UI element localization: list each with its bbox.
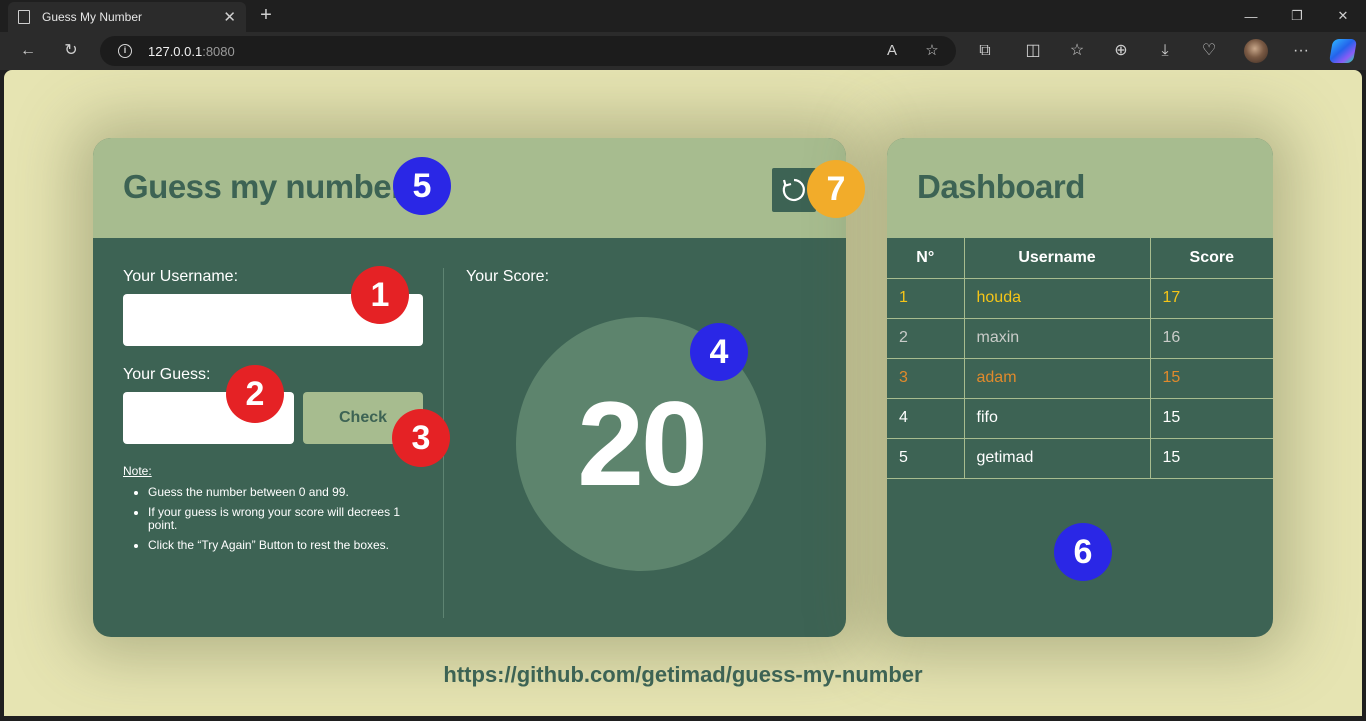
profile-avatar[interactable] (1244, 39, 1268, 63)
browser-essentials-icon[interactable]: ♡ (1198, 40, 1220, 62)
annotation-badge: 5 (393, 157, 451, 215)
browser-tab[interactable]: Guess My Number ✕ (8, 2, 246, 32)
copilot-icon[interactable] (1328, 39, 1358, 63)
cell-score: 17 (1149, 277, 1273, 319)
more-menu-icon[interactable]: ··· (1290, 40, 1312, 62)
cell-score: 16 (1149, 317, 1273, 359)
guess-label: Your Guess: (123, 366, 211, 383)
score-value: 20 (577, 377, 707, 511)
new-tab-icon[interactable]: + (256, 4, 276, 26)
note-item: Click the “Try Again” Button to rest the… (148, 539, 403, 552)
extensions-icon[interactable]: ⧉ (974, 40, 996, 62)
back-icon[interactable]: ← (17, 40, 39, 62)
page-icon (18, 10, 30, 24)
cell-n: 5 (887, 437, 965, 479)
annotation-badge: 3 (392, 409, 450, 467)
tab-title: Guess My Number (42, 10, 143, 24)
cell-n: 3 (887, 357, 965, 399)
annotation-badge: 1 (351, 266, 409, 324)
site-info-icon[interactable]: i (118, 44, 132, 58)
game-card: Guess my number Your Username: Your Gues… (93, 138, 846, 637)
game-card-header: Guess my number (93, 138, 846, 238)
annotation-badge: 6 (1054, 523, 1112, 581)
note-list: Guess the number between 0 and 99. If yo… (123, 486, 403, 552)
favorites-icon[interactable]: ☆ (1066, 40, 1088, 62)
window-bottom-edge (0, 716, 1366, 721)
dashboard-card-header: Dashboard (887, 138, 1273, 238)
table-row: 1 houda 17 (887, 277, 1273, 319)
note-item: Guess the number between 0 and 99. (148, 486, 403, 499)
dashboard-title: Dashboard (917, 168, 1085, 205)
browser-tab-bar: Guess My Number ✕ + — ❐ ✕ (0, 0, 1366, 32)
page-viewport: Guess my number Your Username: Your Gues… (4, 70, 1362, 716)
cell-username: maxin (963, 317, 1151, 359)
annotation-badge: 4 (690, 323, 748, 381)
score-label: Your Score: (466, 268, 550, 285)
url-host: 127.0.0.1 (148, 43, 203, 59)
split-screen-icon[interactable]: ◫ (1022, 40, 1044, 62)
note-item: If your guess is wrong your score will d… (148, 506, 403, 532)
cell-username: fifo (963, 397, 1151, 439)
cell-n: 1 (887, 277, 965, 319)
note-title: Note: (123, 464, 152, 478)
note-section: Note: Guess the number between 0 and 99.… (123, 464, 403, 559)
cell-score: 15 (1149, 357, 1273, 399)
restore-icon[interactable]: ❐ (1274, 0, 1320, 32)
tab-close-icon[interactable]: ✕ (223, 8, 236, 26)
table-row: 2 maxin 16 (887, 317, 1273, 359)
annotation-badge: 7 (807, 160, 865, 218)
reset-icon (782, 178, 805, 202)
cell-username: houda (963, 277, 1151, 319)
github-link[interactable]: https://github.com/getimad/guess-my-numb… (4, 662, 1362, 688)
downloads-icon[interactable]: ⤓ (1154, 40, 1176, 62)
cell-n: 4 (887, 397, 965, 439)
minimize-icon[interactable]: — (1228, 0, 1274, 32)
game-title: Guess my number (123, 168, 404, 205)
cell-score: 15 (1149, 437, 1273, 479)
table-row: 4 fifo 15 (887, 397, 1273, 439)
column-header-number: N° (887, 238, 965, 279)
table-row: 3 adam 15 (887, 357, 1273, 399)
leaderboard-table: N° Username Score 1 houda 17 2 maxin 16 3 adam 1… (887, 238, 1273, 479)
cell-n: 2 (887, 317, 965, 359)
column-header-username: Username (963, 238, 1151, 279)
reload-icon[interactable]: ↻ (60, 40, 82, 62)
url-port: :8080 (202, 43, 235, 59)
window-close-icon[interactable]: ✕ (1320, 0, 1366, 32)
cell-username: adam (963, 357, 1151, 399)
annotation-badge: 2 (226, 365, 284, 423)
table-row: 5 getimad 15 (887, 437, 1273, 479)
cell-score: 15 (1149, 397, 1273, 439)
collections-icon[interactable]: ⊕ (1110, 40, 1132, 62)
cell-username: getimad (963, 437, 1151, 479)
column-header-score: Score (1149, 238, 1273, 279)
table-header-row: N° Username Score (887, 238, 1273, 279)
browser-toolbar: ← ↻ i 127.0.0.1 :8080 A ☆ ⧉ ◫ ☆ ⊕ ⤓ ♡ ··… (0, 32, 1366, 70)
username-label: Your Username: (123, 268, 239, 285)
address-bar[interactable]: i 127.0.0.1 :8080 A ☆ (100, 36, 956, 66)
read-aloud-icon[interactable]: A (881, 40, 903, 62)
favorite-star-icon[interactable]: ☆ (921, 40, 943, 62)
